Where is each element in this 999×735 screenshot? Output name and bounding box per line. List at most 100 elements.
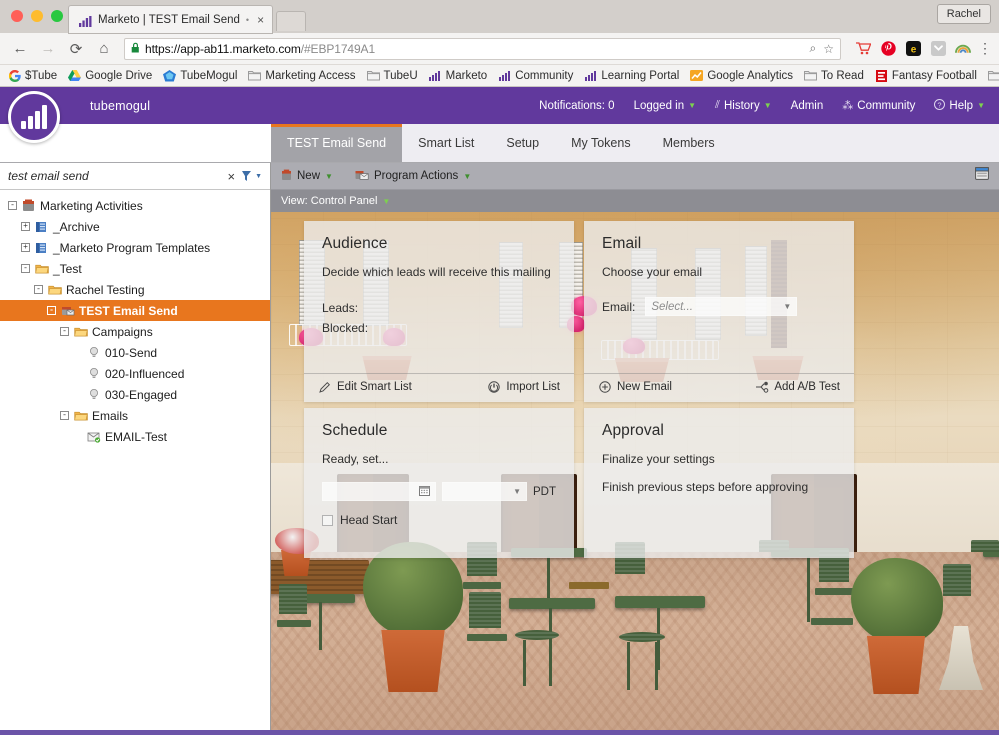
schedule-date-input[interactable] [322, 482, 437, 501]
tree-node-marketing-activities[interactable]: - Marketing Activities [0, 195, 270, 216]
bookmark-item[interactable]: Marketo [429, 70, 487, 82]
window-controls[interactable] [0, 10, 63, 33]
folder-icon [34, 262, 49, 276]
tree-toggle[interactable]: + [21, 243, 30, 252]
nav-notifications[interactable]: Notifications: 0 [539, 100, 614, 112]
tree-node-030-engaged[interactable]: 030-Engaged [0, 384, 270, 405]
bookmark-item[interactable]: TubeU [366, 70, 418, 82]
view-label[interactable]: View: Control Panel [281, 195, 377, 207]
nav-community-label: Community [857, 99, 916, 112]
bookmark-item[interactable]: Community [498, 70, 573, 82]
plus-circle-icon [598, 380, 612, 394]
bookmark-item[interactable]: $Tube [8, 69, 57, 82]
omnibox-actions: ⌕ ☆ [810, 41, 835, 56]
close-window-button[interactable] [11, 10, 23, 22]
marketo-logo-icon[interactable] [8, 91, 60, 143]
tab-smart-list[interactable]: Smart List [402, 124, 490, 162]
tab-my-tokens[interactable]: My Tokens [555, 124, 647, 162]
chevron-down-icon[interactable]: ▼ [513, 487, 521, 496]
new-email-button[interactable]: New Email [598, 380, 672, 394]
cart-extension-icon[interactable] [855, 41, 871, 57]
zoom-icon[interactable]: ⌕ [810, 41, 817, 56]
nav-admin[interactable]: Admin [791, 100, 824, 112]
maximize-window-button[interactable] [51, 10, 63, 22]
bookmark-item[interactable]: Google Drive [68, 69, 152, 82]
tree-toggle[interactable]: - [47, 306, 56, 315]
tree-toggle[interactable]: - [34, 285, 43, 294]
profile-button[interactable]: Rachel [936, 4, 991, 24]
tree-toggle[interactable]: - [60, 411, 69, 420]
folder-icon [47, 283, 62, 297]
tree-toggle[interactable]: - [8, 201, 17, 210]
tree-node-010-send[interactable]: 010-Send [0, 342, 270, 363]
funnel-icon[interactable]: ▼ [241, 170, 262, 182]
program-actions-button[interactable]: Program Actions ▼ [355, 169, 471, 184]
org-name: tubemogul [90, 98, 151, 113]
browser-window: Marketo | TEST Email Send • × Rachel ← →… [0, 0, 999, 735]
address-bar[interactable]: https://app-ab11.marketo.com/#EBP1749A1 … [124, 37, 841, 60]
tab-close-icon[interactable]: × [255, 14, 266, 26]
tree-node-email-test[interactable]: EMAIL-Test [0, 426, 270, 447]
head-start-row[interactable]: Head Start [304, 501, 574, 527]
bookmark-star-icon[interactable]: ☆ [823, 42, 834, 56]
tree-node-campaigns[interactable]: - Campaigns [0, 321, 270, 342]
bookmark-item[interactable]: TubeMogul [163, 69, 237, 82]
tree-toggle[interactable]: - [60, 327, 69, 336]
bookmark-item[interactable]: Marketing Access [248, 70, 356, 82]
chevron-down-icon[interactable]: ▼ [382, 197, 390, 206]
tree-node-emails[interactable]: - Emails [0, 405, 270, 426]
add-ab-test-button[interactable]: Add A/B Test [755, 380, 840, 394]
nav-community[interactable]: ⁂ Community [842, 99, 916, 113]
photo-chair [815, 588, 855, 595]
head-start-checkbox[interactable] [322, 514, 333, 526]
home-icon[interactable]: ⌂ [92, 37, 116, 61]
back-icon[interactable]: ← [8, 37, 32, 61]
tree-node-test-folder[interactable]: - _Test [0, 258, 270, 279]
minimize-window-button[interactable] [31, 10, 43, 22]
tab-members[interactable]: Members [647, 124, 731, 162]
browser-tab[interactable]: Marketo | TEST Email Send • × [69, 6, 273, 33]
panel-toggle-icon[interactable] [975, 167, 989, 185]
chevron-down-icon[interactable]: ▼ [783, 302, 791, 311]
calendar-icon[interactable] [419, 485, 431, 499]
clear-search-icon[interactable]: × [227, 169, 235, 184]
audience-actions: Edit Smart List Import List [304, 373, 574, 402]
forward-icon[interactable]: → [36, 37, 60, 61]
tree-toggle[interactable]: - [21, 264, 30, 273]
tree-node-020-influenced[interactable]: 020-Influenced [0, 363, 270, 384]
tree-toggle[interactable]: + [21, 222, 30, 231]
rainbow-extension-icon[interactable] [955, 41, 971, 57]
honey-extension-icon[interactable]: e [905, 41, 921, 57]
import-list-button[interactable]: Import List [487, 380, 560, 394]
new-tab-button[interactable] [276, 11, 307, 31]
audience-leads-label: Leads: [322, 301, 359, 315]
bookmark-item[interactable]: Learning Portal [584, 70, 679, 82]
new-button[interactable]: New ▼ [281, 169, 333, 184]
bookmark-item[interactable]: Google Analytics [690, 70, 793, 82]
nav-help[interactable]: ? Help ▼ [934, 98, 985, 113]
nav-history[interactable]: ⫽ History ▼ [715, 99, 772, 112]
bookmark-item[interactable]: To Read [804, 70, 864, 82]
browser-menu-icon[interactable]: ⋮ [975, 40, 992, 57]
espn-icon [875, 69, 888, 82]
nav-logged-in[interactable]: Logged in ▼ [634, 100, 696, 112]
bookmark-label: To Read [821, 69, 864, 82]
tree-search-input[interactable]: test email send [8, 169, 221, 183]
app-header-nav: Notifications: 0 Logged in ▼ ⫽ History ▼… [539, 98, 999, 113]
history-icon: ⫽ [715, 99, 720, 111]
edit-smart-list-button[interactable]: Edit Smart List [318, 380, 412, 394]
tab-setup[interactable]: Setup [490, 124, 555, 162]
pocket-extension-icon[interactable] [930, 41, 946, 57]
email-select-input[interactable]: Select... ▼ [645, 297, 798, 316]
bookmark-item[interactable]: Fantasy Football [875, 69, 977, 82]
tree-node-archive[interactable]: + _Archive [0, 216, 270, 237]
pinterest-extension-icon[interactable] [880, 41, 896, 57]
tree-node-label: Marketing Activities [40, 198, 143, 213]
other-bookmarks-button[interactable]: Other Bookmarks [987, 70, 999, 82]
tab-test-email-send[interactable]: TEST Email Send [271, 124, 403, 162]
tree-node-marketo-program-templates[interactable]: + _Marketo Program Templates [0, 237, 270, 258]
reload-icon[interactable]: ⟳ [64, 37, 88, 61]
tree-node-test-email-send[interactable]: - TEST Email Send [0, 300, 270, 321]
schedule-time-input[interactable]: ▼ [442, 482, 527, 501]
tree-node-rachel-testing[interactable]: - Rachel Testing [0, 279, 270, 300]
